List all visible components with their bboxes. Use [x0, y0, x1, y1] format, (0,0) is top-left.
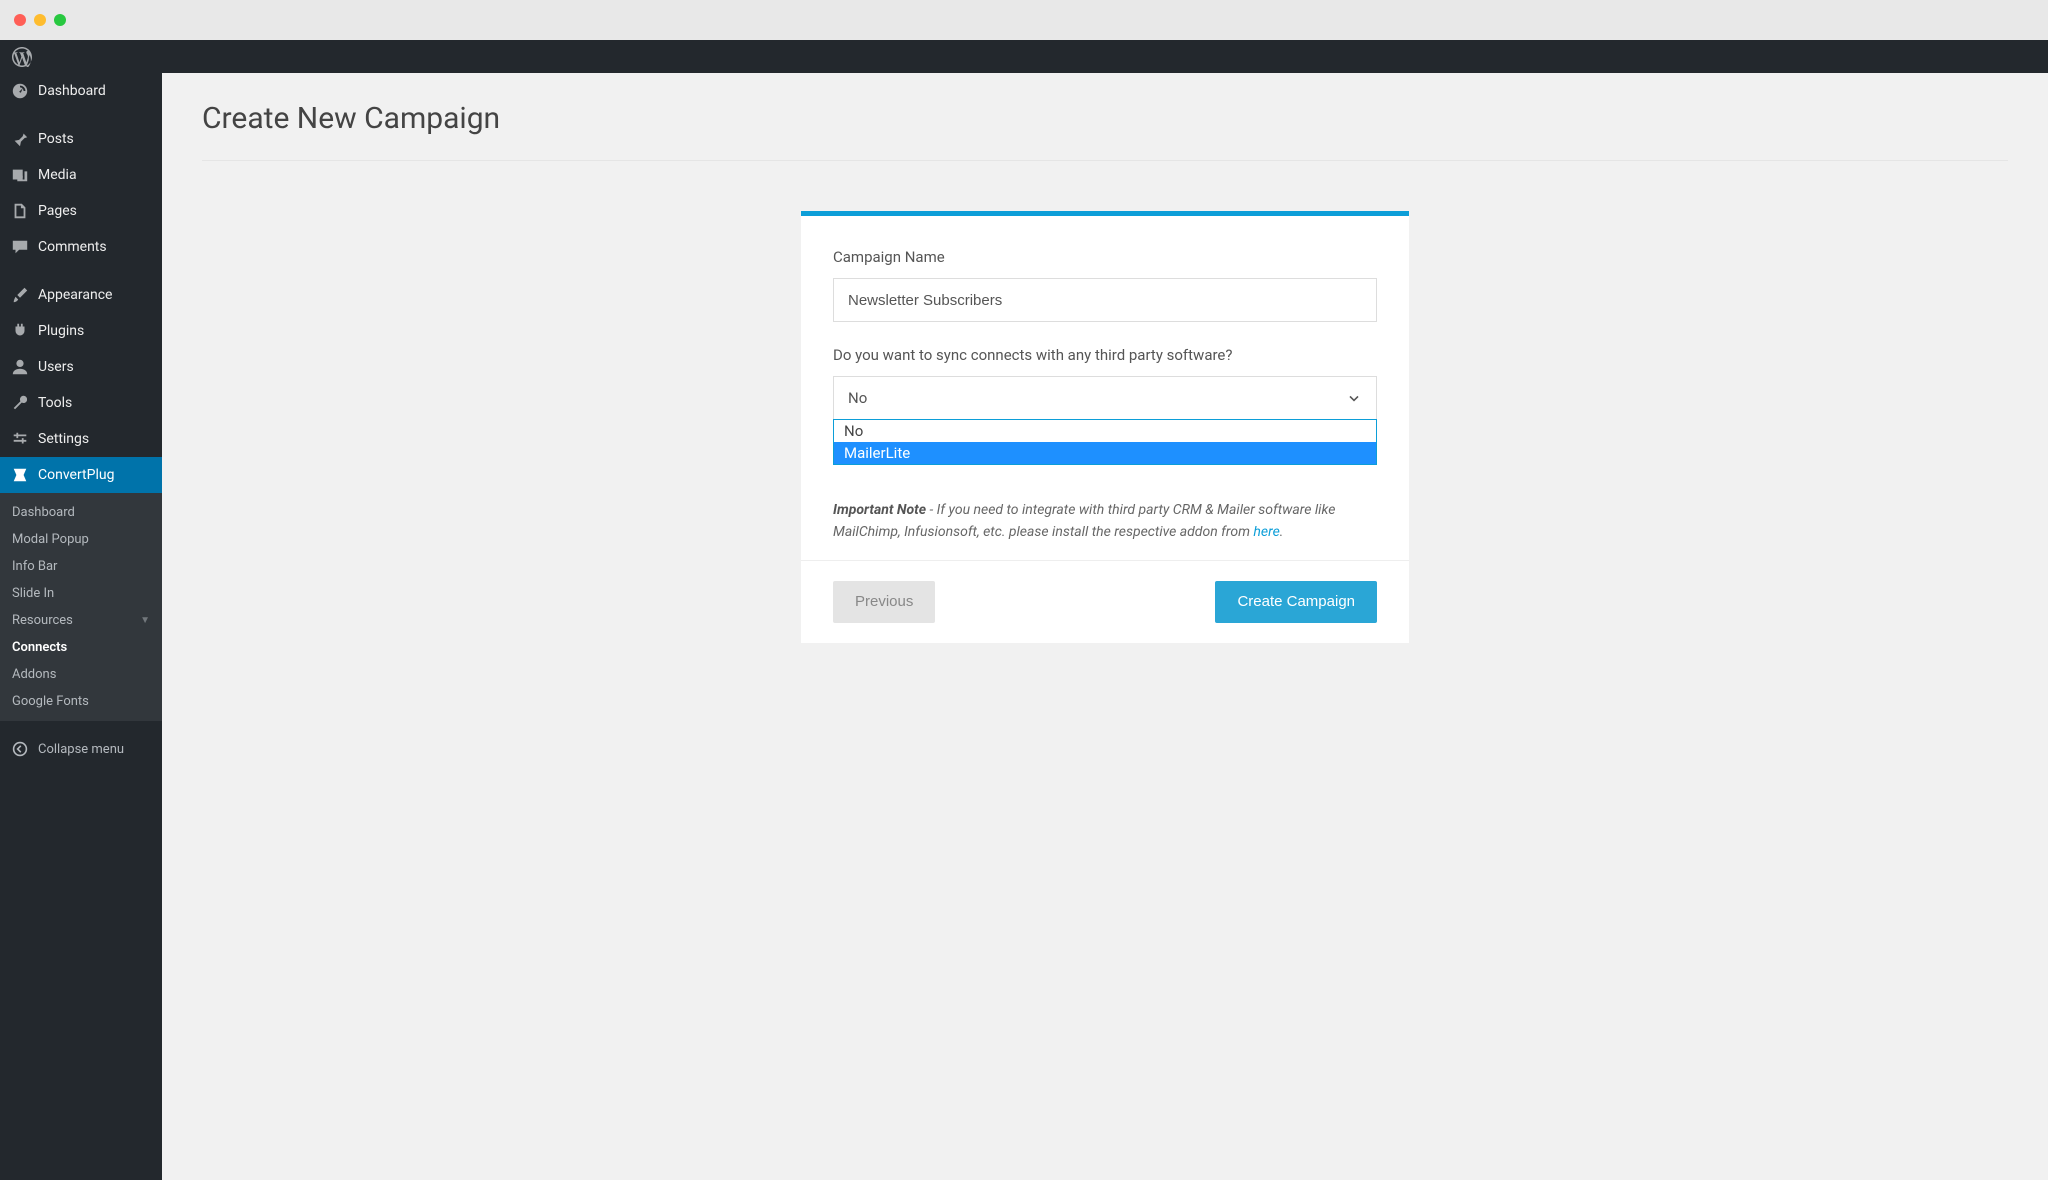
admin-sidebar: Dashboard Posts Media Pages Comments App… — [0, 73, 162, 1180]
sidebar-item-plugins[interactable]: Plugins — [0, 313, 162, 349]
submenu-label: Resources — [12, 613, 73, 628]
option-label: No — [844, 422, 863, 440]
important-note: Important Note - If you need to integrat… — [833, 499, 1377, 544]
note-strong: Important Note — [833, 502, 926, 518]
submenu-item-modal-popup[interactable]: Modal Popup — [0, 526, 162, 553]
sidebar-item-appearance[interactable]: Appearance — [0, 277, 162, 313]
wordpress-logo-icon[interactable] — [12, 47, 32, 67]
sync-question-label: Do you want to sync connects with any th… — [833, 346, 1377, 364]
sidebar-item-pages[interactable]: Pages — [0, 193, 162, 229]
admin-topbar — [0, 40, 2048, 73]
submenu-label: Modal Popup — [12, 532, 89, 547]
plug-icon — [10, 321, 30, 341]
collapse-label: Collapse menu — [38, 742, 124, 757]
sidebar-item-media[interactable]: Media — [0, 157, 162, 193]
campaign-name-input[interactable] — [833, 278, 1377, 322]
sidebar-item-label: Users — [38, 359, 74, 375]
page-icon — [10, 201, 30, 221]
sidebar-item-label: Dashboard — [38, 83, 106, 99]
convertplug-submenu: Dashboard Modal Popup Info Bar Slide In … — [0, 493, 162, 721]
sidebar-item-label: Appearance — [38, 287, 112, 303]
note-period: . — [1280, 524, 1284, 540]
campaign-form-card: Campaign Name Do you want to sync connec… — [801, 211, 1409, 643]
wrench-icon — [10, 393, 30, 413]
sidebar-item-label: Tools — [38, 395, 72, 411]
user-icon — [10, 357, 30, 377]
sidebar-item-label: ConvertPlug — [38, 467, 114, 483]
close-window-button[interactable] — [14, 14, 26, 26]
submenu-item-connects[interactable]: Connects — [0, 634, 162, 661]
sidebar-item-label: Comments — [38, 239, 107, 255]
chevron-down-icon — [1346, 390, 1362, 406]
sync-select[interactable]: No — [833, 376, 1377, 420]
sidebar-item-users[interactable]: Users — [0, 349, 162, 385]
sync-option-no[interactable]: No — [834, 420, 1376, 442]
submenu-item-google-fonts[interactable]: Google Fonts — [0, 688, 162, 715]
note-link[interactable]: here — [1253, 524, 1279, 540]
create-campaign-button[interactable]: Create Campaign — [1215, 581, 1377, 623]
comment-icon — [10, 237, 30, 257]
submenu-label: Addons — [12, 667, 56, 682]
media-icon — [10, 165, 30, 185]
collapse-menu-button[interactable]: Collapse menu — [0, 731, 162, 767]
sidebar-item-label: Settings — [38, 431, 89, 447]
submenu-label: Info Bar — [12, 559, 57, 574]
sidebar-item-dashboard[interactable]: Dashboard — [0, 73, 162, 109]
convertplug-icon — [10, 465, 30, 485]
caret-down-icon: ▼ — [140, 615, 150, 626]
submenu-label: Dashboard — [12, 505, 75, 520]
dashboard-icon — [10, 81, 30, 101]
pin-icon — [10, 129, 30, 149]
sidebar-item-label: Pages — [38, 203, 77, 219]
submenu-label: Connects — [12, 640, 67, 655]
submenu-item-addons[interactable]: Addons — [0, 661, 162, 688]
sliders-icon — [10, 429, 30, 449]
sidebar-item-tools[interactable]: Tools — [0, 385, 162, 421]
card-footer: Previous Create Campaign — [801, 560, 1409, 643]
submenu-item-info-bar[interactable]: Info Bar — [0, 553, 162, 580]
sync-option-mailerlite[interactable]: MailerLite — [834, 442, 1376, 464]
campaign-name-label: Campaign Name — [833, 248, 1377, 266]
collapse-icon — [10, 739, 30, 759]
sync-select-value: No — [848, 389, 867, 407]
sidebar-item-label: Posts — [38, 131, 74, 147]
sidebar-item-settings[interactable]: Settings — [0, 421, 162, 457]
sidebar-item-posts[interactable]: Posts — [0, 121, 162, 157]
brush-icon — [10, 285, 30, 305]
option-label: MailerLite — [844, 444, 910, 462]
sidebar-item-label: Plugins — [38, 323, 84, 339]
submenu-item-resources[interactable]: Resources ▼ — [0, 607, 162, 634]
page-title: Create New Campaign — [202, 83, 2008, 161]
main-content: Create New Campaign Campaign Name Do you… — [162, 73, 2048, 1180]
submenu-item-slide-in[interactable]: Slide In — [0, 580, 162, 607]
previous-button[interactable]: Previous — [833, 581, 935, 623]
submenu-label: Slide In — [12, 586, 54, 601]
sync-dropdown: No MailerLite — [833, 419, 1377, 465]
sidebar-item-label: Media — [38, 167, 77, 183]
minimize-window-button[interactable] — [34, 14, 46, 26]
submenu-item-dashboard[interactable]: Dashboard — [0, 499, 162, 526]
sidebar-item-comments[interactable]: Comments — [0, 229, 162, 265]
maximize-window-button[interactable] — [54, 14, 66, 26]
submenu-label: Google Fonts — [12, 694, 89, 709]
sidebar-item-convertplug[interactable]: ConvertPlug — [0, 457, 162, 493]
window-chrome — [0, 0, 2048, 40]
